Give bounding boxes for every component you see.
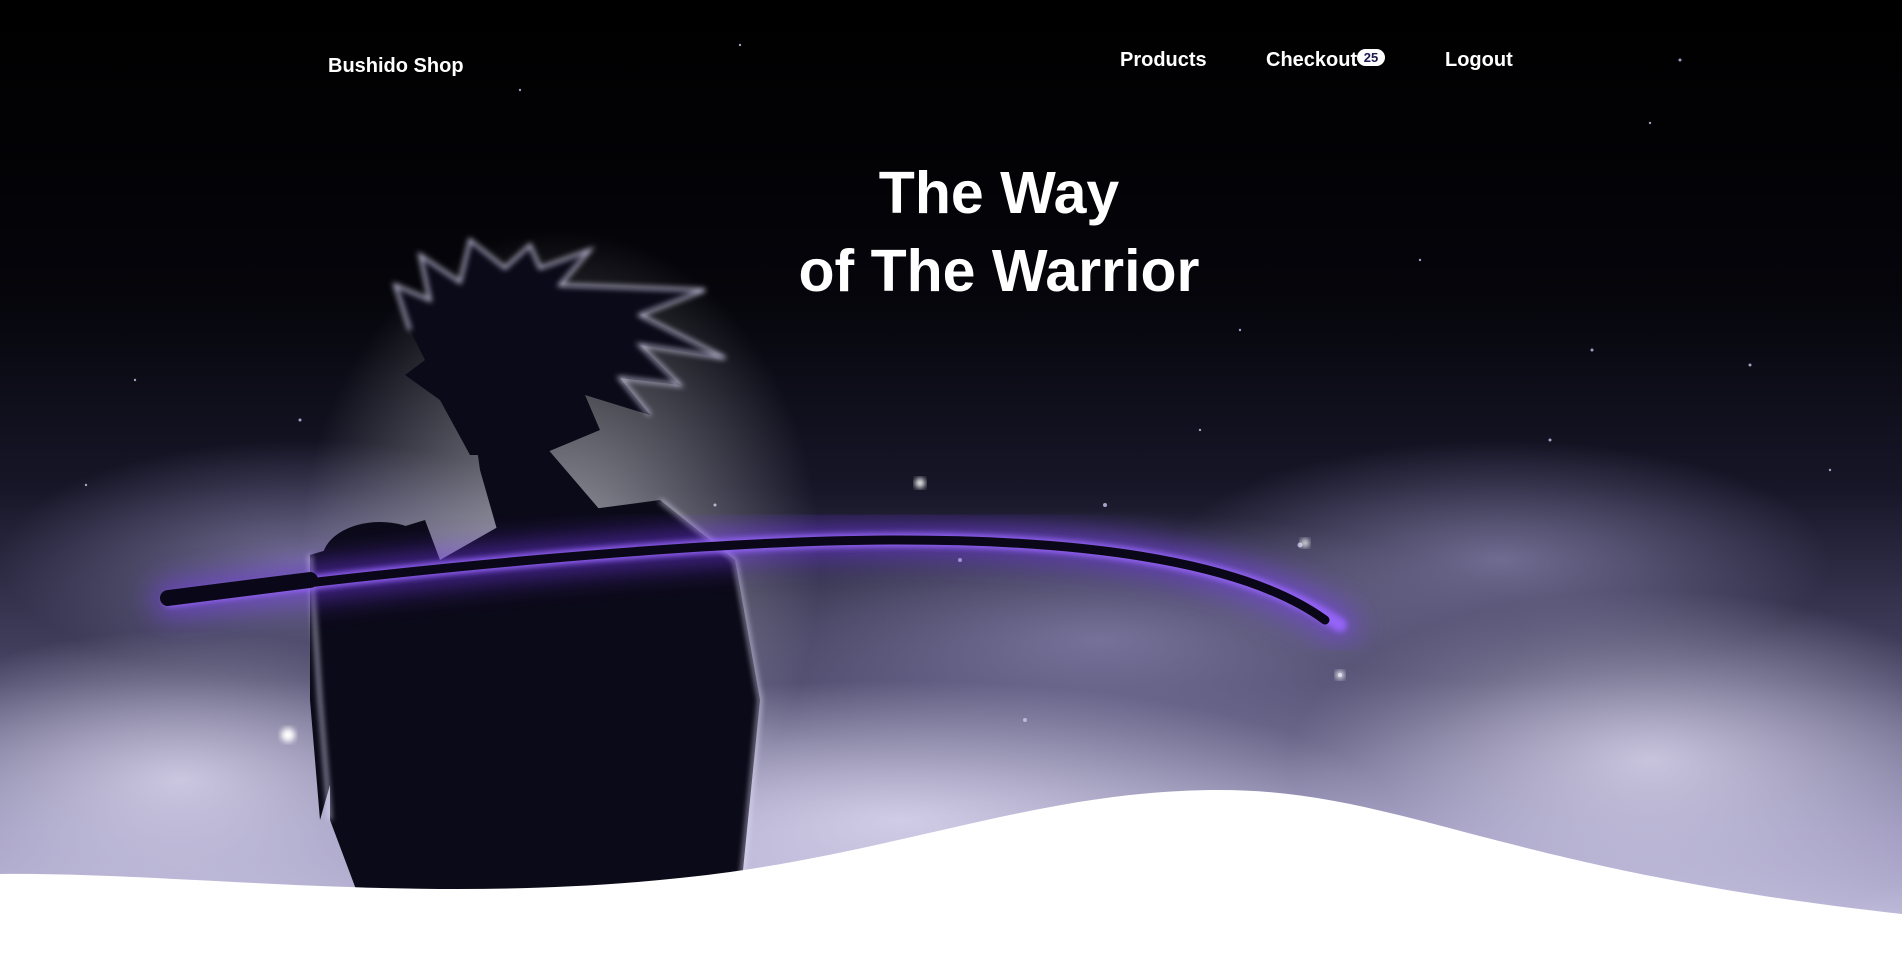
nav-link-logout[interactable]: Logout [1445,49,1513,72]
navbar: Bushido Shop Products Checkout 25 Logout [0,0,1902,120]
nav-link-checkout[interactable]: Checkout [1266,49,1357,72]
hero-image [0,0,1902,977]
hero-title-line-2: of The Warrior [798,238,1200,304]
hero-title: The Way of The Warrior [0,154,1902,310]
cart-count-badge: 25 [1357,49,1385,66]
hero-title-line-1: The Way [878,160,1120,226]
brand-logo-link[interactable]: Bushido Shop [328,55,464,78]
nav-link-products[interactable]: Products [1120,49,1207,72]
hero-section: Bushido Shop Products Checkout 25 Logout… [0,0,1902,977]
